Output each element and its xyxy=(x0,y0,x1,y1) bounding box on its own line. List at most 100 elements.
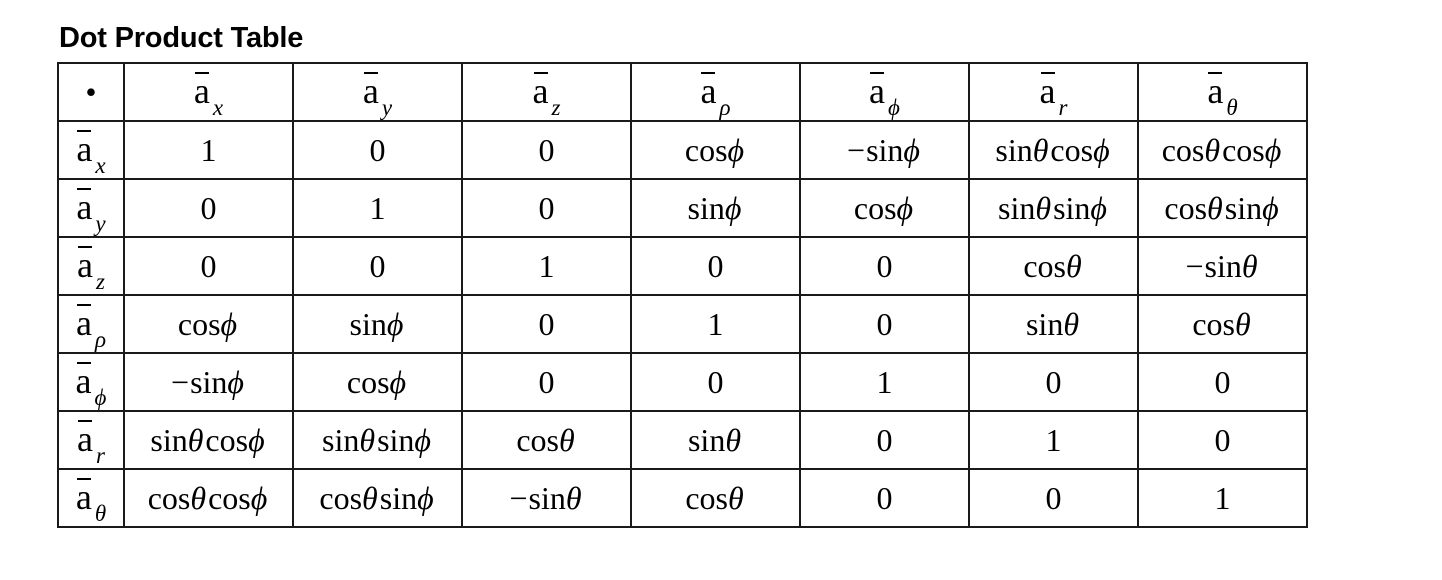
table-row: a r sinθcosϕ sinθsinϕ cosθ sinθ 0 1 0 xyxy=(57,410,1308,470)
unit-vector-a-ϕ: aϕ xyxy=(76,362,106,409)
table-row: a z 0 0 1 0 0 cosθ −sinθ xyxy=(57,236,1308,296)
unit-vector-subscript: z xyxy=(96,269,105,294)
table-row: a θ cosθcosϕ cosθsinϕ −sinθ cosθ 0 0 1 xyxy=(57,468,1308,528)
unit-vector-subscript: θ xyxy=(94,501,107,526)
column-header-ρ: aρ xyxy=(630,62,801,122)
row-header-r: ar xyxy=(57,410,125,470)
table-row: a ρ cosϕ sinϕ 0 1 0 sinθ cosθ xyxy=(57,294,1308,354)
table-cell: cosϕ xyxy=(799,178,970,238)
unit-vector-subscript: x xyxy=(212,95,224,120)
table-cell: cosθ xyxy=(461,410,632,470)
table-cell: 0 xyxy=(461,120,632,180)
unit-vector-a-θ: aθ xyxy=(75,477,106,525)
table-cell: sinθ xyxy=(630,410,801,470)
table-cell: 1 xyxy=(123,120,294,180)
table-cell: cosϕ xyxy=(292,352,463,412)
unit-vector-a-ϕ: aϕ xyxy=(869,71,900,119)
column-header-θ: aθ xyxy=(1137,62,1308,122)
table-cell: cosθcosϕ xyxy=(1137,120,1308,180)
unit-vector-subscript: x xyxy=(95,153,106,178)
unit-vector-base: a xyxy=(77,419,94,459)
unit-vector-subscript: ϕ xyxy=(888,95,900,120)
table-cell: 0 xyxy=(292,120,463,180)
table-cell: sinϕ xyxy=(292,294,463,354)
unit-vector-subscript: r xyxy=(96,443,105,468)
table-row: a x 1 0 0 cosϕ −sinϕ sinθcosϕ cosθcosϕ xyxy=(57,120,1308,180)
table-cell: 0 xyxy=(799,410,970,470)
unit-vector-base: a xyxy=(869,71,886,111)
table-cell: 0 xyxy=(630,352,801,412)
row-header-θ: aθ xyxy=(57,468,125,528)
unit-vector-base: a xyxy=(76,129,93,169)
table-cell: 1 xyxy=(799,352,970,412)
row-header-ϕ: aϕ xyxy=(57,352,125,412)
column-header-z: az xyxy=(461,62,632,122)
table-cell: −sinθ xyxy=(461,468,632,528)
unit-vector-base: a xyxy=(532,71,549,111)
row-header-ρ: aρ xyxy=(57,294,125,354)
table-cell: 0 xyxy=(292,236,463,296)
table-cell: −sinϕ xyxy=(123,352,294,412)
table-cell: cosθ xyxy=(1137,294,1308,354)
table-cell: 0 xyxy=(1137,352,1308,412)
table-cell: cosθsinϕ xyxy=(292,468,463,528)
unit-vector-a-ρ: aρ xyxy=(700,71,731,119)
unit-vector-subscript: y xyxy=(381,95,393,120)
unit-vector-base: a xyxy=(700,71,717,111)
table-cell: 0 xyxy=(799,468,970,528)
unit-vector-a-θ: aθ xyxy=(1207,71,1238,119)
table-cell: sinϕ xyxy=(630,178,801,238)
table-cell: −sinθ xyxy=(1137,236,1308,296)
table-cell: 0 xyxy=(968,468,1139,528)
table-cell: cosϕ xyxy=(123,294,294,354)
unit-vector-a-x: ax xyxy=(193,71,223,119)
unit-vector-base: a xyxy=(193,71,210,111)
unit-vector-base: a xyxy=(362,71,379,111)
row-header-x: ax xyxy=(57,120,125,180)
table-cell: 1 xyxy=(630,294,801,354)
unit-vector-base: a xyxy=(1039,71,1056,111)
unit-vector-subscript: r xyxy=(1058,95,1068,120)
unit-vector-a-z: az xyxy=(77,246,105,293)
unit-vector-subscript: ρ xyxy=(94,327,107,352)
table-cell: 1 xyxy=(292,178,463,238)
unit-vector-base: a xyxy=(1207,71,1224,111)
page-title: Dot Product Table xyxy=(59,22,304,54)
table-row: a y 0 1 0 sinϕ cosϕ sinθsinϕ cosθsinϕ xyxy=(57,178,1308,238)
column-header-x: ax xyxy=(123,62,294,122)
table-cell: 0 xyxy=(461,178,632,238)
unit-vector-subscript: ϕ xyxy=(94,385,107,410)
unit-vector-subscript: z xyxy=(551,95,561,120)
unit-vector-base: a xyxy=(75,477,92,517)
unit-vector-a-r: ar xyxy=(77,419,105,467)
dot-product-table: • axayazaρaϕaraθ a x 1 0 0 cosϕ −sinϕ sinθcosϕ c… xyxy=(57,62,1308,528)
unit-vector-subscript: ρ xyxy=(719,95,731,120)
table-cell: 0 xyxy=(799,236,970,296)
column-header-y: ay xyxy=(292,62,463,122)
table-cell: 0 xyxy=(630,236,801,296)
table-cell: sinθsinϕ xyxy=(968,178,1139,238)
unit-vector-base: a xyxy=(75,303,92,343)
table-cell: cosθ xyxy=(968,236,1139,296)
row-header-y: ay xyxy=(57,178,125,238)
unit-vector-subscript: θ xyxy=(1226,95,1238,120)
table-cell: 0 xyxy=(1137,410,1308,470)
table-cell: 0 xyxy=(461,352,632,412)
table-cell: 0 xyxy=(461,294,632,354)
table-cell: sinθsinϕ xyxy=(292,410,463,470)
unit-vector-a-x: ax xyxy=(76,129,106,177)
table-cell: 1 xyxy=(461,236,632,296)
unit-vector-a-y: ay xyxy=(362,71,392,119)
unit-vector-a-z: az xyxy=(532,71,560,119)
table-cell: sinθcosϕ xyxy=(123,410,294,470)
table-cell: 1 xyxy=(968,410,1139,470)
table-cell: 0 xyxy=(123,178,294,238)
unit-vector-a-y: ay xyxy=(76,188,106,235)
dot-operator-icon: • xyxy=(57,62,125,122)
row-header-z: az xyxy=(57,236,125,296)
header-row: • axayazaρaϕaraθ xyxy=(57,62,1308,122)
table-cell: cosθsinϕ xyxy=(1137,178,1308,238)
column-header-r: ar xyxy=(968,62,1139,122)
table-cell: 0 xyxy=(968,352,1139,412)
table-cell: cosθ xyxy=(630,468,801,528)
